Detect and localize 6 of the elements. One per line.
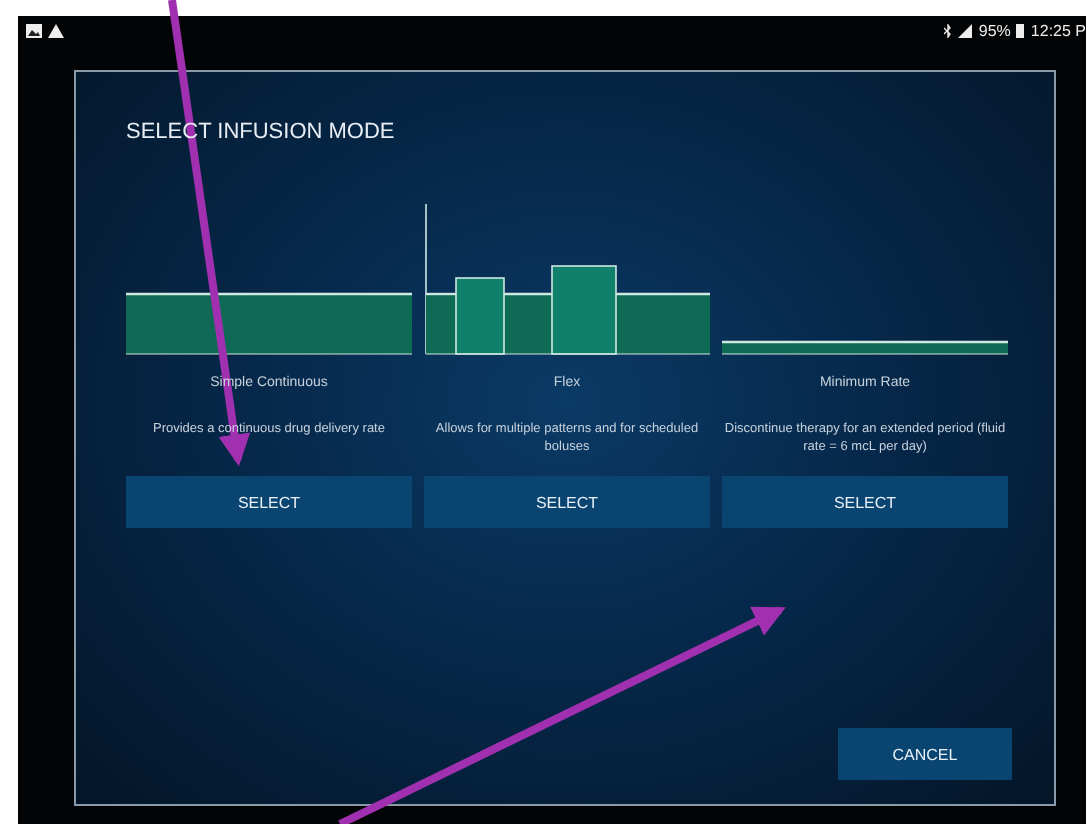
select-button[interactable]: SELECT (722, 476, 1008, 528)
battery-percentage: 95% (978, 21, 1011, 39)
cancel-button[interactable]: CANCEL (838, 728, 1012, 780)
select-button[interactable]: SELECT (126, 476, 412, 528)
clock-time: 12:25 P (1030, 21, 1086, 39)
select-button[interactable]: SELECT (424, 476, 710, 528)
